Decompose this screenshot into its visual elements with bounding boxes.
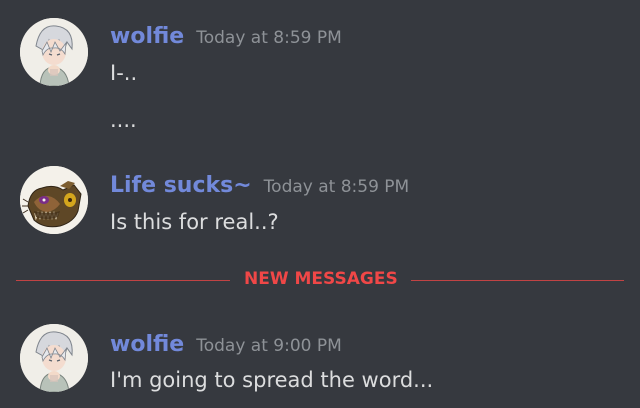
message-text: .... bbox=[110, 108, 137, 132]
message-group: wolfie Today at 9:00 PM I'm going to spre… bbox=[0, 300, 640, 408]
avatar[interactable] bbox=[20, 166, 88, 234]
white-haired-anime-character-avatar-icon bbox=[20, 18, 88, 86]
timestamp: Today at 8:59 PM bbox=[263, 177, 410, 197]
message-text: I'm going to spread the word... bbox=[110, 368, 434, 392]
username[interactable]: wolfie bbox=[110, 332, 184, 357]
avatar[interactable] bbox=[20, 18, 88, 86]
message-group: wolfie Today at 8:59 PM I-.. .... bbox=[0, 0, 640, 140]
white-haired-anime-character-avatar-icon bbox=[20, 324, 88, 392]
username[interactable]: wolfie bbox=[110, 24, 184, 49]
avatar[interactable] bbox=[20, 324, 88, 392]
divider-line-left bbox=[16, 280, 230, 281]
message-header: wolfie Today at 8:59 PM bbox=[110, 24, 342, 49]
divider-line-right bbox=[411, 280, 624, 281]
new-messages-divider: NEW MESSAGES bbox=[16, 264, 624, 296]
message-text: I-.. bbox=[110, 61, 138, 85]
username[interactable]: Life sucks~ bbox=[110, 173, 252, 198]
timestamp: Today at 9:00 PM bbox=[196, 336, 342, 356]
message-text: Is this for real..? bbox=[110, 210, 279, 234]
new-messages-label: NEW MESSAGES bbox=[244, 269, 398, 289]
animatronic-face-avatar-icon bbox=[20, 166, 88, 234]
message-group: Life sucks~ Today at 8:59 PM Is this for … bbox=[0, 150, 640, 250]
message-header: Life sucks~ Today at 8:59 PM bbox=[110, 173, 409, 198]
timestamp: Today at 8:59 PM bbox=[196, 28, 342, 48]
message-header: wolfie Today at 9:00 PM bbox=[110, 332, 342, 357]
